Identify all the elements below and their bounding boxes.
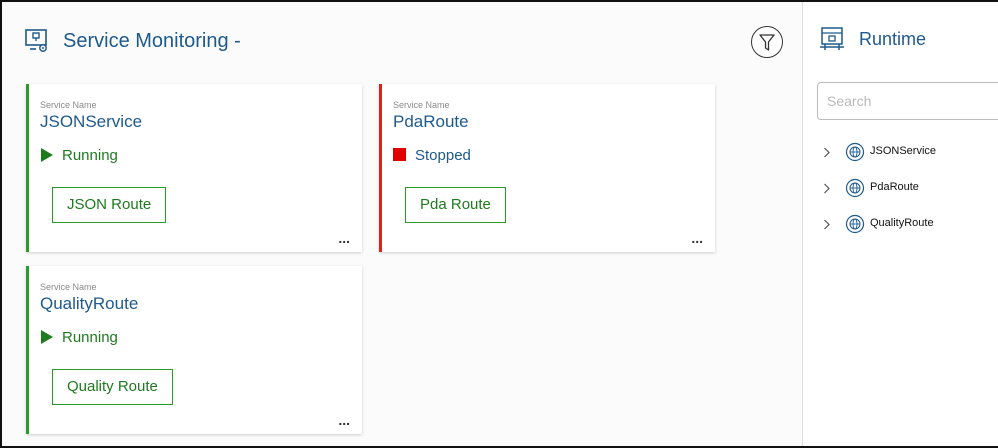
runtime-server-icon (820, 27, 844, 50)
card-status-accent (379, 84, 382, 252)
status-text: Stopped (415, 147, 471, 164)
json-route-button[interactable]: JSON Route (52, 187, 167, 223)
service-name: QualityRoute (40, 294, 139, 313)
tree-item-label: QualityRoute (870, 217, 934, 229)
service-name: PdaRoute (393, 112, 469, 131)
service-name-label: Service Name (40, 100, 97, 110)
chevron-right-icon[interactable] (823, 183, 831, 194)
chevron-right-icon[interactable] (823, 219, 831, 230)
service-name-label: Service Name (40, 282, 97, 292)
page-title: Service Monitoring - (63, 30, 241, 52)
stop-icon (393, 148, 406, 161)
globe-gear-icon (845, 142, 865, 162)
monitor-gear-icon (25, 29, 47, 52)
panel-header: Service Monitoring - (2, 2, 802, 78)
tree-item-pdaroute[interactable]: PdaRoute (823, 178, 998, 198)
tree-item-jsonservice[interactable]: JSONService (823, 142, 998, 162)
filter-button[interactable] (751, 26, 783, 58)
globe-gear-icon (845, 178, 865, 198)
status-text: Running (62, 147, 118, 164)
runtime-panel: Runtime JSONService PdaRoute QualityRo (803, 2, 998, 446)
chevron-right-icon[interactable] (823, 147, 831, 158)
play-icon (41, 330, 53, 344)
runtime-title: Runtime (859, 29, 927, 49)
service-monitoring-panel: Service Monitoring - Service Name JSONSe… (2, 2, 802, 446)
service-card[interactable]: Service Name JSONService Running JSON Ro… (26, 84, 362, 252)
more-options-button[interactable]: ... (338, 230, 350, 246)
card-status-accent (26, 84, 29, 252)
service-card[interactable]: Service Name PdaRoute Stopped Pda Route … (379, 84, 715, 252)
tree-item-qualityroute[interactable]: QualityRoute (823, 214, 998, 234)
pda-route-button[interactable]: Pda Route (405, 187, 506, 223)
service-card[interactable]: Service Name QualityRoute Running Qualit… (26, 266, 362, 434)
status-text: Running (62, 329, 118, 346)
play-icon (41, 148, 53, 162)
card-status-accent (26, 266, 29, 434)
service-name: JSONService (40, 112, 143, 131)
globe-gear-icon (845, 214, 865, 234)
more-options-button[interactable]: ... (338, 412, 350, 428)
quality-route-button[interactable]: Quality Route (52, 369, 173, 405)
tree-item-label: PdaRoute (870, 181, 919, 193)
search-input[interactable] (817, 82, 998, 120)
tree-item-label: JSONService (870, 145, 937, 157)
filter-icon (759, 34, 775, 51)
service-name-label: Service Name (393, 100, 450, 110)
more-options-button[interactable]: ... (691, 230, 703, 246)
